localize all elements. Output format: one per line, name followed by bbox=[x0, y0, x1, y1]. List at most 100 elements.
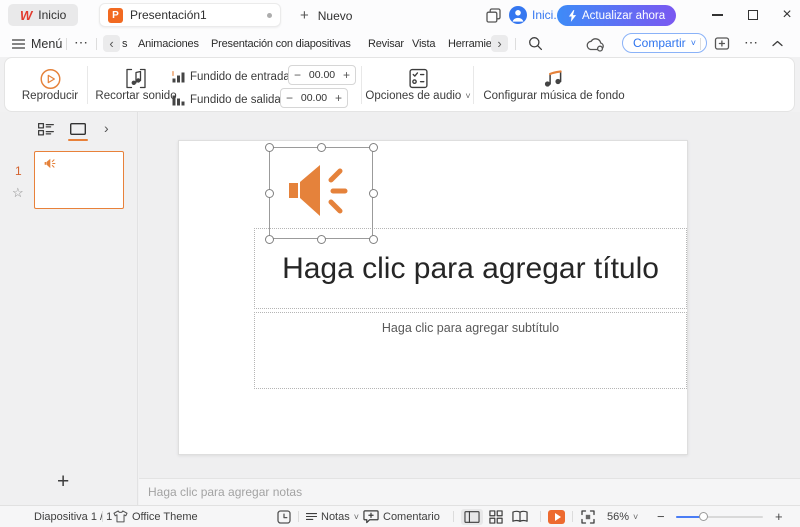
tab-clipped[interactable]: s bbox=[122, 30, 127, 57]
clock-panel-icon bbox=[277, 510, 291, 524]
document-tab-title: Presentación1 bbox=[130, 8, 207, 22]
tab-animaciones[interactable]: Animaciones bbox=[138, 30, 199, 57]
zoom-level-dropdown[interactable]: 56% ˅ bbox=[607, 506, 638, 527]
selected-view-underline bbox=[68, 139, 88, 141]
collapse-panel-button[interactable]: › bbox=[104, 120, 109, 136]
play-audio-button[interactable]: Reproducir bbox=[17, 63, 83, 108]
rehearse-timer-button[interactable] bbox=[277, 506, 291, 527]
play-circle-icon bbox=[39, 68, 62, 90]
subtitle-placeholder[interactable]: Haga clic para agregar subtítulo bbox=[254, 312, 687, 389]
view-sorter-button[interactable] bbox=[489, 506, 503, 527]
tab-presentacion[interactable]: Presentación con diapositivas bbox=[211, 30, 351, 57]
zoom-in-button[interactable]: + bbox=[775, 506, 783, 527]
ellipsis-icon: ⋯ bbox=[74, 34, 88, 50]
zoom-slider[interactable] bbox=[676, 516, 763, 518]
star-icon[interactable]: ☆ bbox=[12, 185, 24, 201]
tabs-list-icon[interactable] bbox=[486, 8, 501, 23]
pin-toolbar-icon bbox=[714, 36, 730, 51]
divider bbox=[102, 511, 103, 522]
title-placeholder-text: Haga clic para agregar título bbox=[282, 252, 659, 286]
chevron-up-icon bbox=[772, 40, 783, 47]
document-tab[interactable]: P Presentación1 bbox=[99, 3, 281, 27]
plus-icon: + bbox=[57, 470, 69, 493]
fade-out-value[interactable]: 00.00 bbox=[298, 92, 330, 104]
chevron-right-icon: › bbox=[497, 36, 501, 51]
outline-view-button[interactable] bbox=[38, 123, 54, 136]
share-label: Compartir bbox=[633, 36, 686, 50]
resize-handle-nw[interactable] bbox=[265, 143, 274, 152]
resize-handle-se[interactable] bbox=[369, 235, 378, 244]
scroll-tabs-left-button[interactable]: ‹ bbox=[103, 35, 120, 52]
fade-in-spinner: − 00.00 + bbox=[288, 65, 356, 85]
fade-in-value[interactable]: 00.00 bbox=[306, 69, 338, 81]
slide-number: 1 bbox=[15, 164, 22, 178]
slide-thumbnail[interactable] bbox=[34, 151, 124, 209]
update-now-button[interactable]: Actualizar ahora bbox=[557, 5, 676, 26]
tab-herramientas[interactable]: Herramien bbox=[448, 30, 493, 57]
audio-speaker-icon bbox=[44, 158, 57, 169]
collapse-ribbon-button[interactable] bbox=[772, 40, 783, 47]
divider bbox=[87, 66, 88, 104]
user-avatar[interactable] bbox=[509, 6, 527, 24]
theme-shirt-icon bbox=[113, 510, 128, 523]
search-button[interactable] bbox=[528, 36, 543, 51]
view-normal-button[interactable] bbox=[461, 509, 483, 525]
tab-revisar[interactable]: Revisar bbox=[368, 30, 404, 57]
trim-audio-button[interactable]: Recortar sonido bbox=[93, 63, 179, 108]
subtitle-placeholder-text: Haga clic para agregar subtítulo bbox=[382, 321, 559, 335]
menu-button[interactable]: Menú bbox=[12, 34, 62, 53]
share-button[interactable]: Compartir ˅ bbox=[622, 33, 707, 53]
cloud-sync-button[interactable] bbox=[585, 37, 606, 52]
tab-vista[interactable]: Vista bbox=[412, 30, 435, 57]
add-to-toolbar-button[interactable] bbox=[714, 36, 730, 51]
more-menus-button[interactable]: ⋯ bbox=[74, 34, 88, 51]
resize-handle-ne[interactable] bbox=[369, 143, 378, 152]
scroll-tabs-right-button[interactable]: › bbox=[491, 35, 508, 52]
divider bbox=[361, 66, 362, 104]
theme-button[interactable]: Office Theme bbox=[113, 506, 198, 527]
divider bbox=[515, 38, 516, 50]
audio-object-selection[interactable] bbox=[269, 147, 373, 239]
hamburger-icon bbox=[12, 39, 25, 49]
new-tab-button[interactable]: + Nuevo bbox=[300, 7, 352, 24]
search-icon bbox=[528, 36, 543, 51]
maximize-button[interactable] bbox=[736, 0, 770, 30]
increment-button[interactable]: + bbox=[338, 68, 355, 82]
theme-name: Office Theme bbox=[132, 511, 198, 523]
slide-panel: › 1 ☆ + bbox=[0, 112, 138, 505]
notes-toggle-button[interactable]: Notas ˅ bbox=[306, 506, 359, 527]
resize-handle-sw[interactable] bbox=[265, 235, 274, 244]
more-tools-button[interactable]: ⋯ bbox=[744, 34, 758, 51]
slideshow-play-button[interactable] bbox=[548, 510, 565, 524]
close-button[interactable]: × bbox=[770, 0, 800, 30]
fade-out-label: Fundido de salida: bbox=[190, 94, 284, 106]
zoom-slider-thumb[interactable] bbox=[699, 512, 708, 521]
fullscreen-button[interactable] bbox=[581, 506, 595, 527]
zoom-value: 56% bbox=[607, 511, 629, 523]
chevron-right-icon: › bbox=[104, 120, 109, 136]
fade-in-label: Fundido de entrada: bbox=[190, 71, 293, 83]
view-reading-button[interactable] bbox=[512, 506, 528, 527]
background-music-button[interactable]: Configurar música de fondo bbox=[479, 63, 629, 108]
close-icon: × bbox=[782, 6, 791, 24]
slide-view-button[interactable] bbox=[70, 123, 86, 135]
add-slide-button[interactable]: + bbox=[57, 470, 69, 494]
home-tab[interactable]: W Inicio bbox=[8, 4, 78, 26]
resize-handle-e[interactable] bbox=[369, 189, 378, 198]
audio-options-button[interactable]: Opciones de audio ˅ bbox=[367, 63, 469, 108]
maximize-icon bbox=[748, 10, 758, 20]
notes-input[interactable]: Haga clic para agregar notas bbox=[139, 478, 800, 505]
decrement-button[interactable]: − bbox=[289, 68, 306, 82]
resize-handle-n[interactable] bbox=[317, 143, 326, 152]
zoom-out-button[interactable]: − bbox=[657, 506, 665, 527]
audio-options-icon bbox=[409, 68, 428, 89]
comment-button[interactable]: Comentario bbox=[363, 506, 440, 527]
fade-in-icon bbox=[172, 70, 186, 83]
resize-handle-s[interactable] bbox=[317, 235, 326, 244]
decrement-button[interactable]: − bbox=[281, 91, 298, 105]
resize-handle-w[interactable] bbox=[265, 189, 274, 198]
minimize-button[interactable] bbox=[700, 0, 734, 30]
menu-label: Menú bbox=[31, 37, 62, 51]
increment-button[interactable]: + bbox=[330, 91, 347, 105]
audio-options-label: Opciones de audio bbox=[365, 90, 461, 102]
